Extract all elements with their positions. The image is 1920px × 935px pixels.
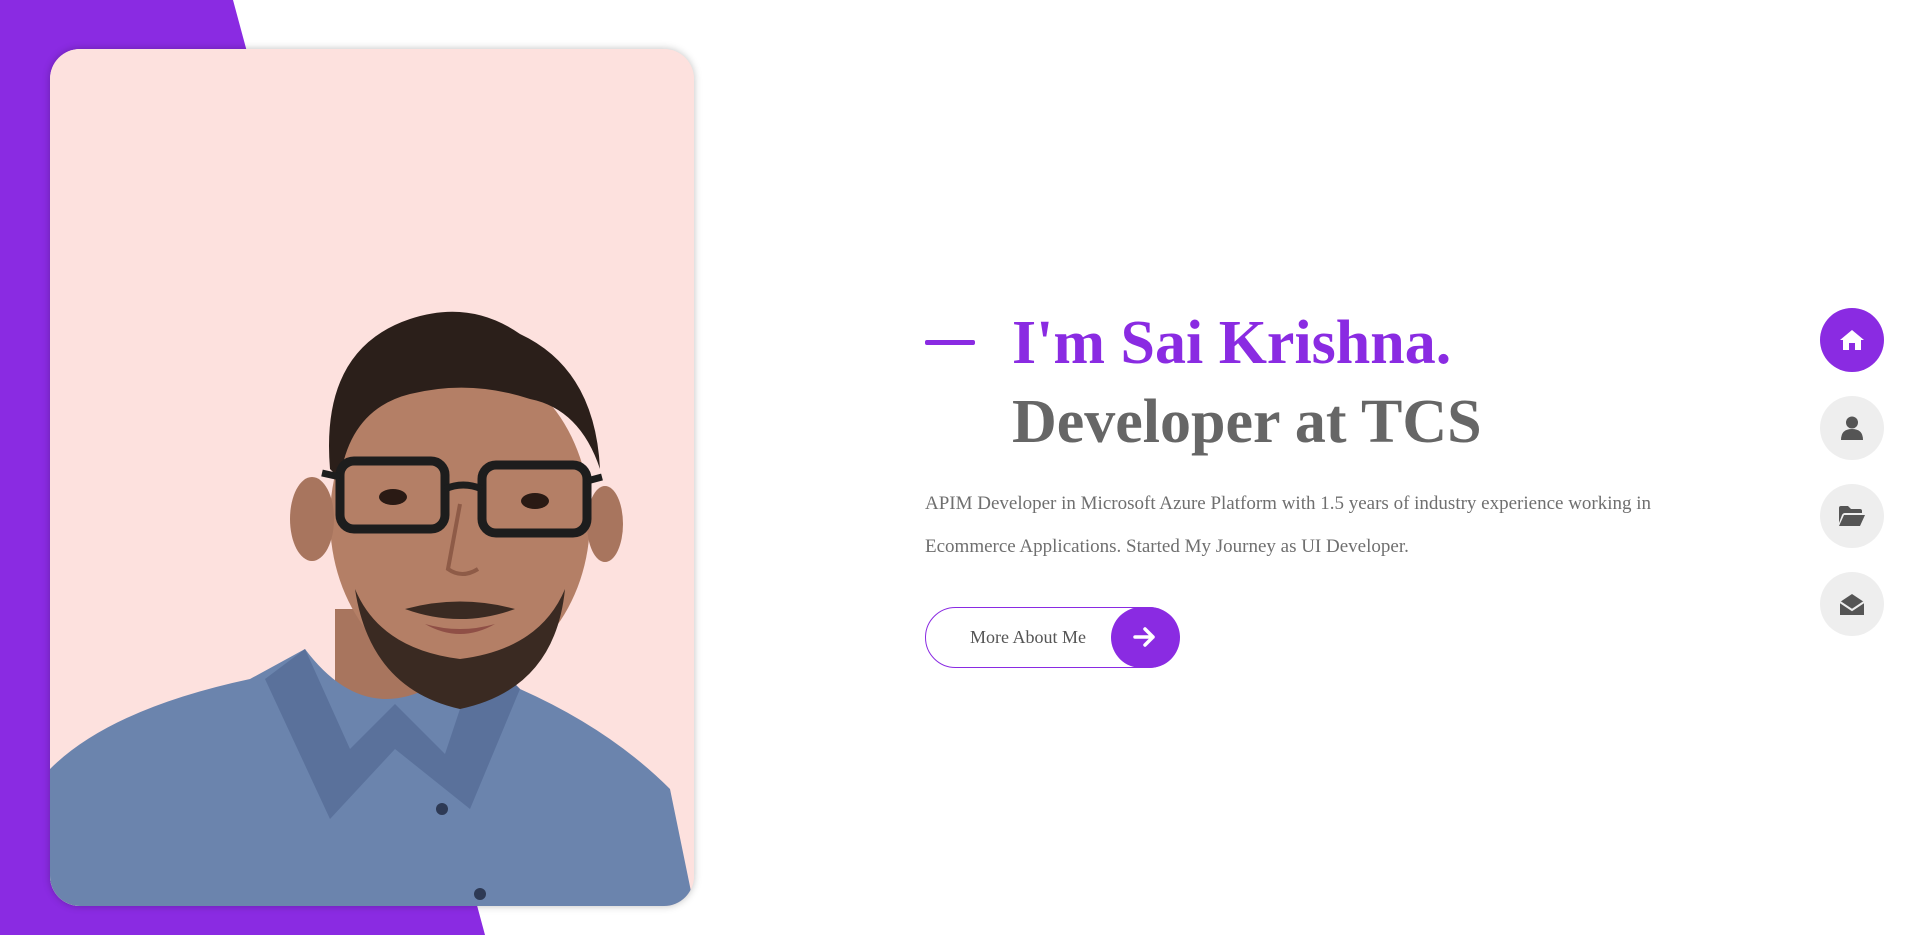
home-icon: [1840, 330, 1864, 350]
hero-role: Developer at TCS: [1012, 388, 1482, 456]
profile-photo: [50, 49, 694, 906]
more-about-me-button[interactable]: More About Me: [925, 606, 1180, 668]
nav-contact-button[interactable]: [1820, 572, 1884, 636]
more-about-me-label: More About Me: [970, 627, 1086, 647]
nav-about-button[interactable]: [1820, 396, 1884, 460]
hero-name: I'm Sai Krishna.: [1012, 309, 1452, 377]
portrait-illustration: [50, 49, 694, 906]
home-page: I'm Sai Krishna. Developer at TCS APIM D…: [0, 0, 1920, 935]
accent-dash: [925, 340, 975, 345]
nav-home-button[interactable]: [1820, 308, 1884, 372]
arrow-right-icon: [1110, 606, 1180, 668]
hero-description: APIM Developer in Microsoft Azure Platfo…: [925, 493, 1652, 557]
envelope-open-icon: [1839, 594, 1865, 615]
folder-open-icon: [1839, 506, 1865, 526]
nav-portfolio-button[interactable]: [1820, 484, 1884, 548]
user-icon: [1841, 416, 1863, 440]
